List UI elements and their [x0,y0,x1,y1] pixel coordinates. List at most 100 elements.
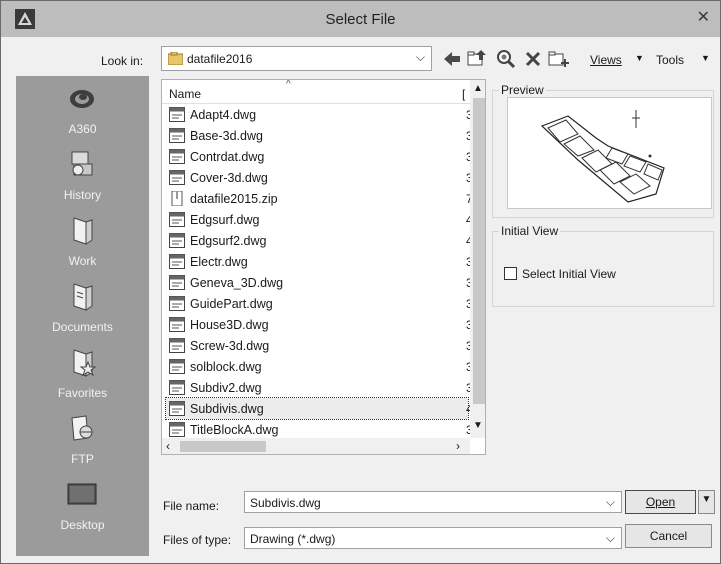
lookin-value: datafile2016 [187,52,253,66]
work-folder-icon [73,217,93,245]
history-icon [71,151,93,176]
file-name: Electr.dwg [190,255,248,269]
file-row[interactable]: Screw-3d.dwg3 [166,335,473,356]
file-name: TitleBlockA.dwg [190,423,279,437]
file-name: GuidePart.dwg [190,297,273,311]
filename-value: Subdivis.dwg [250,496,321,510]
file-row[interactable]: Electr.dwg3 [166,251,473,272]
new-folder-icon[interactable] [548,48,570,70]
chevron-down-icon[interactable]: ⌵ [606,531,615,546]
select-initial-view-checkbox[interactable] [504,267,517,280]
file-row[interactable]: solblock.dwg3 [166,356,473,377]
place-label: History [63,188,102,202]
dwg-file-icon [169,149,185,164]
scroll-thumb-horizontal[interactable] [180,441,266,452]
lookin-label: Look in: [101,54,144,68]
filename-field[interactable]: Subdivis.dwg ⌵ [244,491,622,513]
place-a360[interactable]: A360 [16,76,149,142]
chevron-down-icon: ⌵ [415,50,425,64]
search-web-icon[interactable] [495,48,517,70]
filetype-dropdown[interactable]: Drawing (*.dwg) ⌵ [244,527,622,549]
file-row[interactable]: Subdivis.dwg4 [165,397,473,420]
file-row[interactable]: Subdiv2.dwg3 [166,377,473,398]
file-row[interactable]: Cover-3d.dwg3 [166,167,473,188]
ftp-icon [71,415,93,441]
file-list-header: Name ^ [ [162,80,472,104]
file-name: Cover-3d.dwg [190,171,268,185]
preview-title: Preview [499,83,546,97]
dwg-file-icon [169,338,185,353]
place-label: Desktop [60,518,105,532]
lookin-dropdown[interactable]: datafile2016 ⌵ [161,46,432,71]
folder-icon [168,52,183,65]
select-initial-view-label[interactable]: Select Initial View [522,267,616,281]
dwg-file-icon [169,359,185,374]
a360-icon [70,90,94,108]
scroll-up-icon[interactable]: ▲ [473,83,483,94]
place-label: Documents [52,320,113,334]
drawing-preview-icon [540,110,665,203]
horizontal-scrollbar[interactable]: ‹ › [162,438,470,454]
dwg-file-icon [169,296,185,311]
title-bar[interactable]: Select File ✕ [1,1,720,37]
file-row[interactable]: Geneva_3D.dwg3 [166,272,473,293]
places-sidebar: A360 History Work Documents Favorites FT… [16,76,149,556]
file-name: Subdivis.dwg [190,402,264,416]
place-ftp[interactable]: FTP [16,406,149,472]
filetype-label: Files of type: [163,533,232,547]
chevron-down-icon[interactable]: ⌵ [606,495,615,510]
views-dropdown-arrow-icon[interactable]: ▼ [635,53,644,63]
delete-icon[interactable] [524,48,542,70]
file-row[interactable]: GuidePart.dwg3 [166,293,473,314]
dwg-file-icon [169,128,185,143]
dwg-file-icon [169,254,185,269]
place-label: Work [68,254,97,268]
file-name: solblock.dwg [190,360,262,374]
up-folder-icon[interactable] [467,48,487,70]
file-row[interactable]: TitleBlockA.dwg3 [166,419,473,440]
tools-menu[interactable]: Tools [656,53,684,67]
place-favorites[interactable]: Favorites [16,340,149,406]
scroll-down-icon[interactable]: ▼ [473,420,483,431]
close-icon[interactable]: ✕ [697,7,710,27]
open-button[interactable]: Open [625,490,696,514]
scroll-thumb[interactable] [473,98,485,404]
file-row[interactable]: Adapt4.dwg3 [166,104,473,125]
favorites-icon [73,349,97,377]
place-history[interactable]: History [16,142,149,208]
file-row[interactable]: Edgsurf2.dwg4 [166,230,473,251]
place-label: FTP [71,452,94,466]
scroll-left-icon[interactable]: ‹ [166,439,170,453]
file-row[interactable]: datafile2015.zip7 [166,188,473,209]
dwg-file-icon [169,422,185,437]
file-name: House3D.dwg [190,318,269,332]
file-row[interactable]: House3D.dwg3 [166,314,473,335]
place-work[interactable]: Work [16,208,149,274]
file-row[interactable]: Contrdat.dwg3 [166,146,473,167]
place-documents[interactable]: Documents [16,274,149,340]
file-name: Subdiv2.dwg [190,381,262,395]
file-list[interactable]: Name ^ [ Adapt4.dwg3Base-3d.dwg3Contrdat… [161,79,486,455]
filetype-value: Drawing (*.dwg) [250,532,336,546]
select-file-dialog: Select File ✕ Look in: datafile2016 ⌵ Vi… [0,0,721,564]
file-name: Contrdat.dwg [190,150,265,164]
initial-view-title: Initial View [499,224,561,238]
column-header-name[interactable]: Name [169,87,201,101]
file-row[interactable]: Edgsurf.dwg4 [166,209,473,230]
documents-icon [73,283,93,311]
dialog-title: Select File [325,11,396,28]
column-header-truncated[interactable]: [ [462,87,465,101]
back-arrow-icon[interactable] [442,48,462,70]
scroll-right-icon[interactable]: › [456,439,460,453]
open-options-dropdown[interactable]: ▼ [698,490,715,514]
dwg-file-icon [169,107,185,122]
file-name: Edgsurf2.dwg [190,234,267,248]
place-label: Favorites [57,386,108,400]
cancel-button[interactable]: Cancel [625,524,712,548]
views-menu[interactable]: Views [590,53,622,67]
tools-dropdown-arrow-icon[interactable]: ▼ [701,53,710,63]
file-row[interactable]: Base-3d.dwg3 [166,125,473,146]
filename-label: File name: [163,499,220,513]
vertical-scrollbar[interactable]: ▲ ▼ [470,80,485,438]
place-desktop[interactable]: Desktop [16,472,149,538]
